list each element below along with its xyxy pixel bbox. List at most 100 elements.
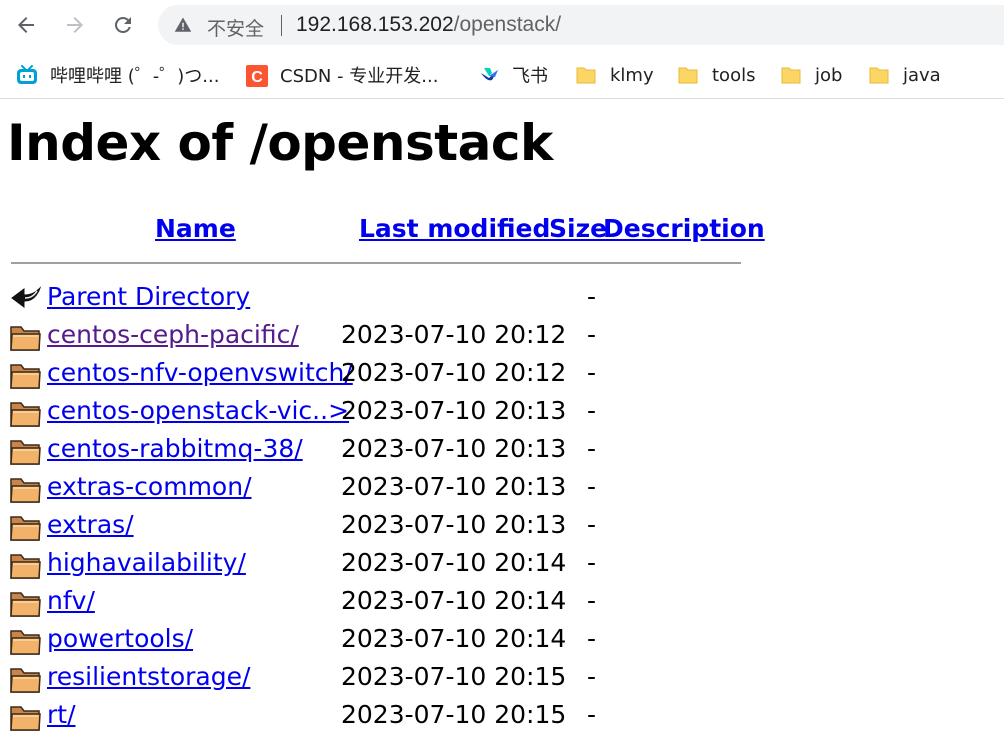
size-cell: - (587, 700, 597, 729)
bookmark-csdn[interactable]: C CSDN - 专业开发... (246, 62, 438, 88)
feishu-icon (478, 65, 498, 85)
table-row: extras-common/2023-07-10 20:13- (0, 470, 760, 508)
file-link[interactable]: Parent Directory (47, 282, 250, 311)
security-label[interactable]: 不安全 (207, 14, 264, 41)
back-icon (10, 284, 42, 314)
page-title: Index of /openstack (7, 114, 553, 172)
file-link[interactable]: powertools/ (47, 624, 193, 653)
folder-icon (10, 398, 42, 428)
forward-button[interactable] (60, 10, 90, 40)
file-link[interactable]: rt/ (47, 700, 76, 729)
bookmark-label: job (815, 64, 843, 86)
column-header-last-modified[interactable]: Last modified (359, 214, 550, 243)
browser-toolbar: 不安全 192.168.153.202/openstack/ (0, 0, 1004, 52)
address-bar[interactable]: 不安全 192.168.153.202/openstack/ (158, 5, 1004, 45)
size-cell: - (587, 282, 597, 311)
reload-button[interactable] (108, 10, 138, 40)
url-path: /openstack/ (453, 13, 562, 36)
arrow-right-icon (67, 17, 83, 33)
folder-icon (10, 626, 42, 656)
svg-text:C: C (251, 69, 263, 86)
file-link[interactable]: centos-ceph-pacific/ (47, 320, 299, 349)
last-modified-cell: 2023-07-10 20:13 (341, 396, 567, 425)
file-link[interactable]: centos-openstack-vic..> (47, 396, 349, 425)
last-modified-cell: 2023-07-10 20:14 (341, 624, 567, 653)
bookmark-tools[interactable]: tools (678, 62, 755, 88)
last-modified-cell: 2023-07-10 20:13 (341, 472, 567, 501)
url-host: 192.168.153.202 (296, 13, 454, 36)
file-link[interactable]: extras-common/ (47, 472, 252, 501)
folder-icon (10, 360, 42, 390)
file-link[interactable]: centos-nfv-openvswitch/ (47, 358, 353, 387)
table-row: centos-ceph-pacific/2023-07-10 20:12- (0, 318, 760, 356)
size-cell: - (587, 510, 597, 539)
folder-icon (576, 65, 596, 85)
folder-icon (10, 512, 42, 542)
table-row: rt/2023-07-10 20:15- (0, 698, 760, 736)
table-row: Parent Directory - (0, 280, 760, 318)
folder-icon (10, 436, 42, 466)
last-modified-cell: 2023-07-10 20:15 (341, 700, 567, 729)
table-row: centos-openstack-vic..> 2023-07-10 20:13- (0, 394, 760, 432)
size-cell: - (587, 548, 597, 577)
size-cell: - (587, 396, 597, 425)
table-row: powertools/2023-07-10 20:14- (0, 622, 760, 660)
folder-icon (10, 550, 42, 580)
folder-icon (781, 65, 801, 85)
folder-icon (10, 588, 42, 618)
size-cell: - (587, 472, 597, 501)
table-row: centos-rabbitmq-38/2023-07-10 20:13- (0, 432, 760, 470)
warning-icon (174, 17, 192, 32)
file-link[interactable]: centos-rabbitmq-38/ (47, 434, 303, 463)
last-modified-cell: 2023-07-10 20:12 (341, 358, 567, 387)
last-modified-cell: 2023-07-10 20:14 (341, 548, 567, 577)
csdn-icon: C (246, 65, 268, 87)
folder-icon (10, 664, 42, 694)
folder-icon (10, 322, 42, 352)
bookmark-bilibili[interactable]: 哔哩哔哩 (゜-゜)つ... (16, 62, 219, 88)
bookmark-java[interactable]: java (869, 62, 941, 88)
bookmark-feishu[interactable]: 飞书 (478, 62, 548, 88)
size-cell: - (587, 320, 597, 349)
url-text[interactable]: 192.168.153.202/openstack/ (296, 13, 561, 37)
arrow-left-icon (18, 17, 34, 33)
reload-icon (114, 16, 131, 33)
folder-icon (10, 702, 42, 732)
header-divider (11, 262, 741, 264)
table-row: extras/2023-07-10 20:13- (0, 508, 760, 546)
column-header-size[interactable]: Size (549, 214, 607, 243)
size-cell: - (587, 662, 597, 691)
folder-icon (869, 65, 889, 85)
size-cell: - (587, 434, 597, 463)
file-link[interactable]: nfv/ (47, 586, 95, 615)
folder-icon (678, 65, 698, 85)
bookmark-job[interactable]: job (781, 62, 842, 88)
table-row: nfv/2023-07-10 20:14- (0, 584, 760, 622)
last-modified-cell: 2023-07-10 20:13 (341, 434, 567, 463)
address-separator (281, 15, 282, 36)
bookmarks-bar: 哔哩哔哩 (゜-゜)つ... C CSDN - 专业开发... 飞书 klmy (0, 52, 1004, 99)
file-link[interactable]: resilientstorage/ (47, 662, 250, 691)
file-link[interactable]: highavailability/ (47, 548, 246, 577)
table-row: centos-nfv-openvswitch/2023-07-10 20:12- (0, 356, 760, 394)
bookmark-label: tools (712, 64, 756, 86)
size-cell: - (587, 624, 597, 653)
last-modified-cell: 2023-07-10 20:14 (341, 586, 567, 615)
last-modified-cell: 2023-07-10 20:12 (341, 320, 567, 349)
bookmark-label: CSDN - 专业开发... (280, 66, 439, 87)
column-header-description[interactable]: Description (603, 214, 765, 243)
bookmark-label: 哔哩哔哩 (゜-゜)つ... (50, 66, 220, 87)
folder-icon (10, 474, 42, 504)
size-cell: - (587, 358, 597, 387)
table-row: resilientstorage/2023-07-10 20:15- (0, 660, 760, 698)
file-link[interactable]: extras/ (47, 510, 134, 539)
bookmark-klmy[interactable]: klmy (576, 62, 654, 88)
last-modified-cell: 2023-07-10 20:15 (341, 662, 567, 691)
column-header-name[interactable]: Name (155, 214, 236, 243)
bookmark-label: java (903, 64, 941, 86)
bilibili-icon (16, 65, 37, 85)
size-cell: - (587, 586, 597, 615)
bookmark-label: 飞书 (512, 66, 548, 87)
back-button[interactable] (11, 10, 41, 40)
last-modified-cell: 2023-07-10 20:13 (341, 510, 567, 539)
